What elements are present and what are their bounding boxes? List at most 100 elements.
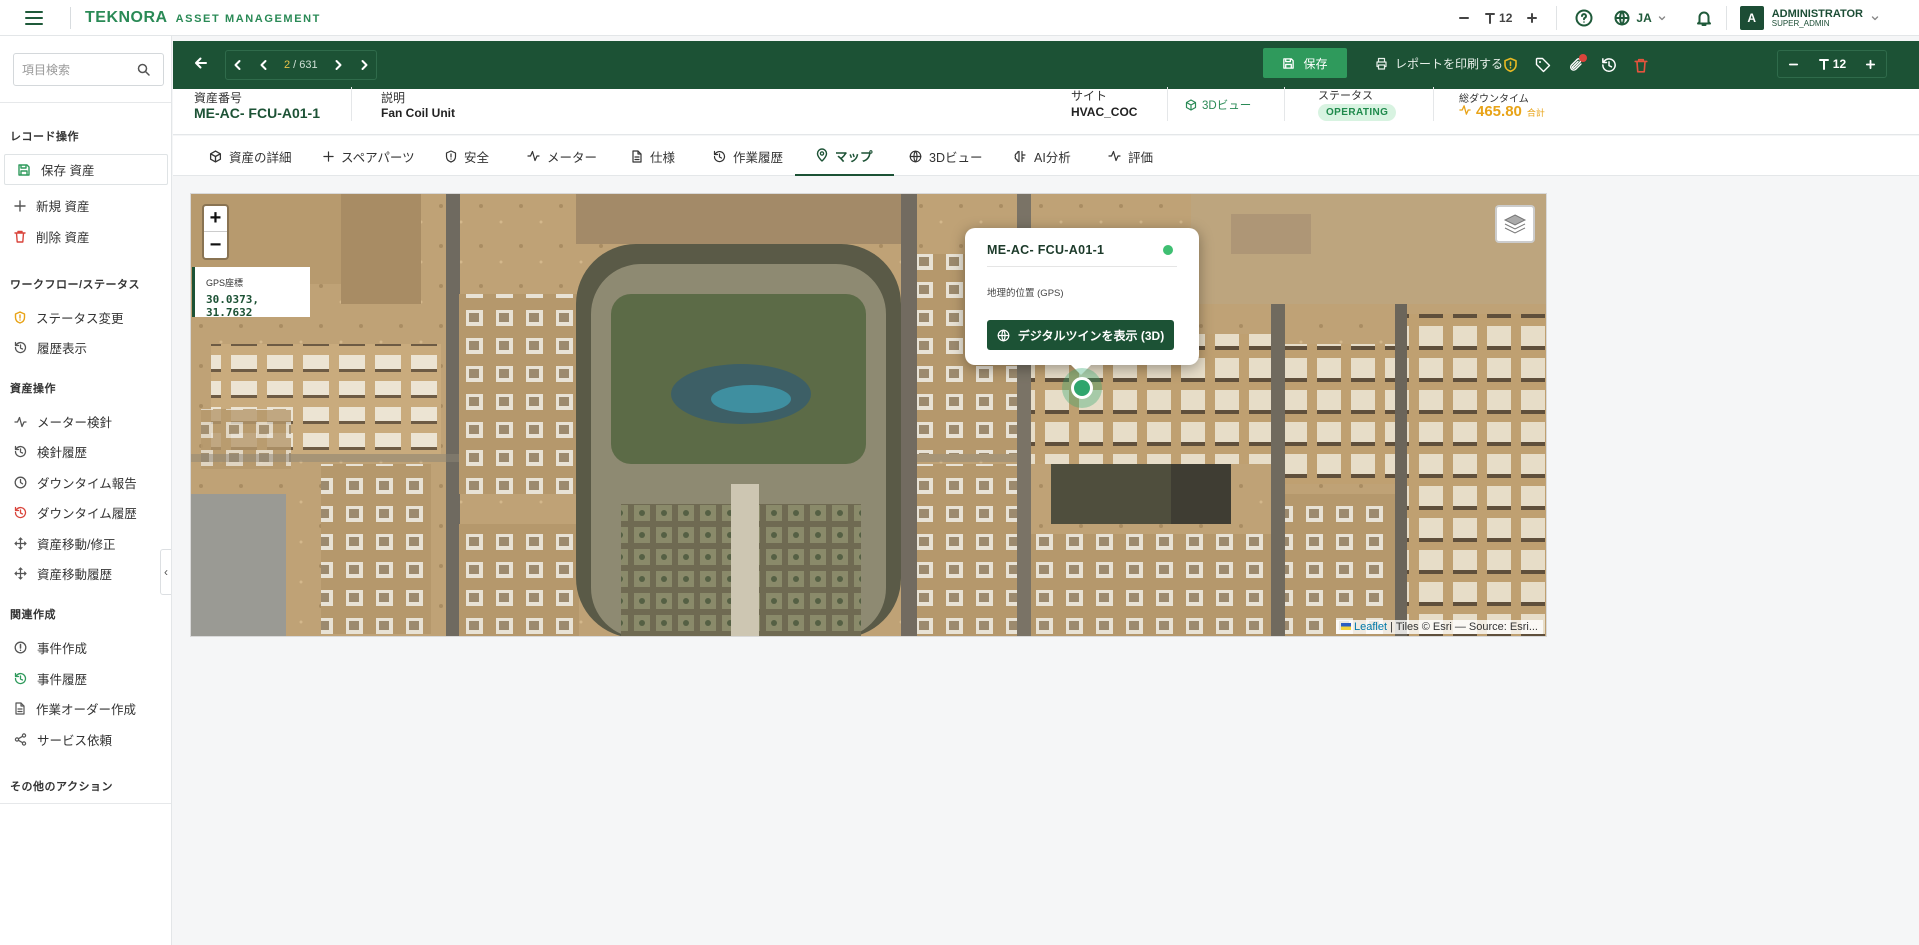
notification-bell-icon[interactable] bbox=[1695, 9, 1713, 27]
description-value: Fan Coil Unit bbox=[381, 106, 455, 120]
sidebar-item-meter-reading[interactable]: メーター検針 bbox=[14, 412, 112, 431]
plus-icon bbox=[323, 150, 334, 162]
brand-logo[interactable]: TEKNORA ASSET MANAGEMENT bbox=[85, 9, 321, 27]
chevron-left-icon bbox=[260, 60, 267, 70]
sidebar-item-service-request[interactable]: サービス依頼 bbox=[14, 730, 112, 749]
tab-bar: 資産の詳細 スペアパーツ 安全 メーター 仕様 作業履歴 マップ 3Dビュー A… bbox=[173, 136, 1919, 176]
asset-location-marker[interactable] bbox=[1071, 377, 1093, 399]
tab-specifications[interactable]: 仕様 bbox=[631, 136, 675, 176]
asset-header: 資産番号 ME-AC- FCU-A01-1 説明 Fan Coil Unit サ… bbox=[173, 87, 1919, 135]
save-icon bbox=[18, 163, 30, 176]
save-button[interactable]: 保存 bbox=[1263, 48, 1347, 78]
last-record-button[interactable] bbox=[358, 59, 370, 71]
tab-map[interactable]: マップ bbox=[795, 136, 894, 176]
sidebar-item-history[interactable]: 履歴表示 bbox=[14, 338, 87, 357]
prev-record-button[interactable] bbox=[258, 59, 270, 71]
zoom-in-button[interactable]: + bbox=[204, 206, 227, 232]
status-label: ステータス bbox=[1318, 90, 1373, 102]
sidebar-collapse-button[interactable]: ‹ bbox=[160, 549, 171, 595]
font-increase-button[interactable] bbox=[1865, 59, 1876, 70]
sidebar-item-reading-history[interactable]: 検針履歴 bbox=[14, 442, 87, 461]
sidebar-item-label: 事件作成 bbox=[37, 642, 88, 656]
chevron-down-icon bbox=[1871, 16, 1879, 21]
save-icon bbox=[1283, 57, 1295, 69]
sidebar-item-move-history[interactable]: 資産移動履歴 bbox=[14, 564, 112, 583]
tab-safety[interactable]: 安全 bbox=[445, 136, 489, 176]
tab-3d-view[interactable]: 3Dビュー bbox=[909, 136, 982, 176]
sidebar-item-incident-create[interactable]: 事件作成 bbox=[14, 638, 87, 657]
tag-icon[interactable] bbox=[1535, 57, 1551, 73]
site-value: HVAC_COC bbox=[1071, 105, 1138, 119]
leaflet-link[interactable]: Leaflet bbox=[1354, 621, 1387, 633]
tab-ai-analysis[interactable]: AI分析 bbox=[1014, 136, 1071, 176]
shield-alert-icon[interactable] bbox=[1503, 57, 1518, 73]
tab-label: メーター bbox=[547, 150, 598, 165]
view-digital-twin-button[interactable]: デジタルツインを表示 (3D) bbox=[987, 320, 1174, 350]
sidebar-item-save[interactable]: 保存 資産 bbox=[4, 154, 168, 185]
cube-icon bbox=[209, 149, 222, 163]
page-indicator: 2 / 631 bbox=[284, 59, 318, 71]
help-icon[interactable] bbox=[1575, 9, 1593, 27]
search-input[interactable] bbox=[22, 62, 137, 77]
sidebar-item-label: 資産移動/修正 bbox=[37, 538, 116, 552]
map-attribution: Leaflet | Tiles © Esri — Source: Esri... bbox=[1336, 620, 1543, 634]
sidebar-item-downtime-history[interactable]: ダウンタイム履歴 bbox=[14, 503, 137, 522]
file-icon bbox=[632, 149, 642, 163]
map-view[interactable]: + − GPS座標 30.0373, 31.7632 ME-AC- FCU-A0… bbox=[190, 193, 1547, 637]
sidebar-item-delete[interactable]: 削除 資産 bbox=[14, 227, 89, 246]
sidebar-item-status-change[interactable]: ステータス変更 bbox=[14, 308, 124, 327]
first-record-button[interactable] bbox=[232, 59, 244, 71]
sidebar-item-label: 新規 資産 bbox=[36, 200, 90, 214]
description-label: 説明 bbox=[381, 91, 406, 105]
zoom-out-button[interactable]: − bbox=[204, 232, 227, 258]
tiles-attribution: | Tiles © Esri — Source: Esri... bbox=[1390, 621, 1538, 633]
satellite-imagery bbox=[191, 194, 1546, 636]
brain-icon bbox=[1014, 150, 1026, 162]
language-selector[interactable]: JA bbox=[1614, 10, 1665, 26]
logo-subtitle: ASSET MANAGEMENT bbox=[175, 12, 321, 25]
tab-asset-details[interactable]: 資産の詳細 bbox=[209, 136, 292, 176]
sidebar-item-new[interactable]: 新規 資産 bbox=[14, 196, 89, 215]
text-size-icon bbox=[1485, 13, 1496, 24]
layers-control-button[interactable] bbox=[1495, 205, 1535, 243]
back-button[interactable] bbox=[193, 55, 209, 71]
sidebar-item-label: 事件履歴 bbox=[37, 673, 88, 687]
record-pager: 2 / 631 bbox=[225, 50, 377, 80]
next-record-button[interactable] bbox=[332, 59, 344, 71]
sidebar-item-work-order[interactable]: 作業オーダー作成 bbox=[14, 699, 136, 718]
tab-spare-parts[interactable]: スペアパーツ bbox=[323, 136, 415, 176]
section-other: その他のアクション bbox=[10, 781, 113, 793]
popup-title: ME-AC- FCU-A01-1 bbox=[987, 243, 1105, 257]
status-badge: OPERATING bbox=[1318, 104, 1397, 121]
tab-meters[interactable]: メーター bbox=[527, 136, 597, 176]
font-increase-button[interactable] bbox=[1526, 12, 1538, 24]
user-menu[interactable]: A ADMINISTRATOR SUPER_ADMIN bbox=[1739, 6, 1879, 30]
search-icon[interactable] bbox=[137, 63, 150, 76]
gps-value: 30.0373, 31.7632 bbox=[206, 293, 259, 319]
tab-work-history[interactable]: 作業履歴 bbox=[713, 136, 783, 176]
print-report-button[interactable]: レポートを印刷する bbox=[1375, 48, 1503, 78]
tab-label: AI分析 bbox=[1034, 150, 1071, 165]
move-icon bbox=[14, 567, 27, 580]
3d-view-link[interactable]: 3Dビュー bbox=[1185, 97, 1251, 113]
font-decrease-button[interactable] bbox=[1458, 12, 1470, 24]
paperclip-icon[interactable] bbox=[1568, 54, 1587, 73]
sidebar-item-incident-history[interactable]: 事件履歴 bbox=[14, 669, 87, 688]
history-icon[interactable] bbox=[1601, 57, 1617, 73]
font-decrease-button[interactable] bbox=[1788, 59, 1799, 70]
flag-icon bbox=[1341, 623, 1352, 630]
delete-icon[interactable] bbox=[1634, 58, 1648, 73]
button-label: デジタルツインを表示 (3D) bbox=[1017, 328, 1165, 343]
history-icon bbox=[14, 672, 27, 685]
sidebar-item-label: 作業オーダー作成 bbox=[36, 703, 137, 717]
print-label: レポートを印刷する bbox=[1395, 56, 1504, 71]
zoom-control: + − bbox=[202, 204, 229, 260]
tab-label: 評価 bbox=[1128, 150, 1154, 165]
printer-icon bbox=[1376, 57, 1387, 70]
sidebar-search[interactable] bbox=[13, 53, 164, 86]
sidebar-item-move[interactable]: 資産移動/修正 bbox=[14, 534, 115, 553]
user-name: ADMINISTRATOR bbox=[1771, 7, 1863, 20]
hamburger-menu-icon[interactable] bbox=[24, 10, 44, 26]
tab-evaluation[interactable]: 評価 bbox=[1108, 136, 1153, 176]
sidebar-item-downtime-report[interactable]: ダウンタイム報告 bbox=[14, 473, 137, 492]
